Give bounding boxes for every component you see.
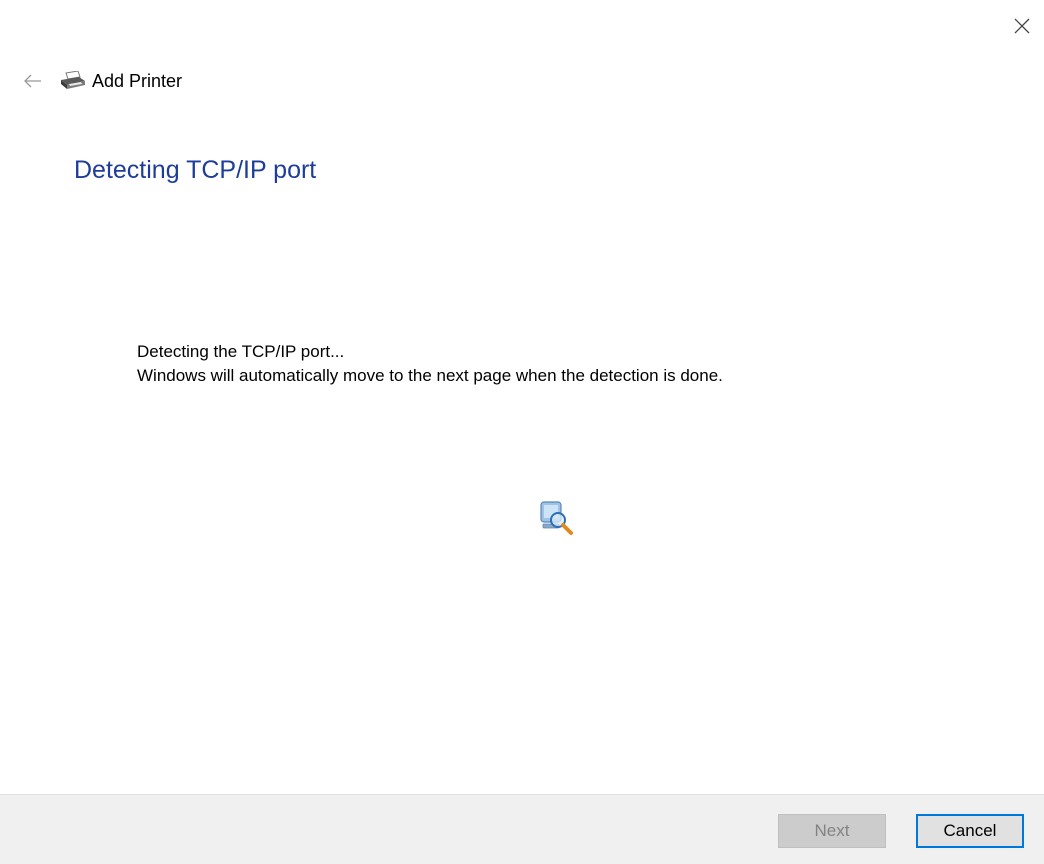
arrow-left-icon [24,74,41,88]
search-monitor-icon [538,498,578,538]
cancel-button[interactable]: Cancel [916,814,1024,848]
status-text: Detecting the TCP/IP port... [137,342,345,361]
close-button[interactable] [1008,12,1036,40]
detection-description: Detecting the TCP/IP port... Windows wil… [137,340,723,388]
wizard-footer: Next Cancel [0,794,1044,864]
back-button[interactable] [18,66,48,96]
page-heading: Detecting TCP/IP port [74,156,317,184]
add-printer-window: Add Printer Detecting TCP/IP port Detect… [0,0,1044,864]
wizard-header: Add Printer [18,66,182,96]
close-icon [1014,18,1030,34]
printer-icon [60,70,86,92]
wizard-title: Add Printer [92,70,183,91]
next-button[interactable]: Next [778,814,886,848]
info-text: Windows will automatically move to the n… [137,366,723,385]
